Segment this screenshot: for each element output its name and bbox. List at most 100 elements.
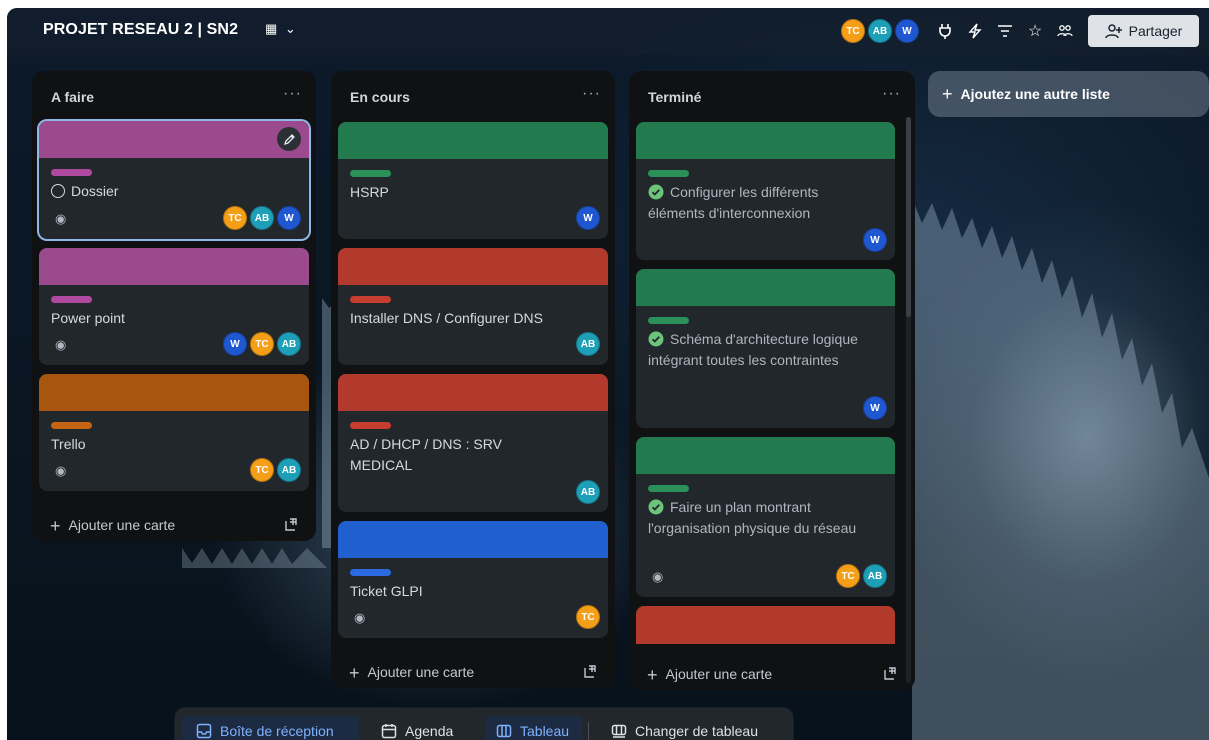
avatar[interactable]: W — [863, 228, 887, 252]
more-icon[interactable]: ··· — [882, 85, 901, 103]
card-cover — [636, 269, 895, 306]
share-button[interactable]: Partager — [1088, 15, 1199, 47]
card-title: HSRP — [350, 184, 389, 200]
card-label[interactable] — [51, 296, 92, 303]
avatar[interactable]: AB — [576, 332, 600, 356]
avatar[interactable]: AB — [576, 480, 600, 504]
board-view-icon: ▦ — [265, 21, 278, 36]
add-card-button[interactable]: + Ajouter une carte — [50, 516, 175, 537]
card-members: TC AB — [833, 564, 887, 588]
card-label[interactable] — [350, 296, 391, 303]
avatar[interactable]: W — [277, 206, 301, 230]
power-ups-icon[interactable] — [930, 16, 960, 46]
edit-icon[interactable] — [277, 127, 301, 151]
avatar[interactable]: W — [895, 19, 919, 43]
eye-icon: ◉ — [55, 211, 67, 226]
eye-icon: ◉ — [55, 463, 67, 478]
card-template-icon[interactable] — [583, 665, 597, 679]
card-cover — [338, 521, 608, 558]
board-view-switcher[interactable]: ▦ ⌄ — [265, 21, 296, 37]
header-actions: TC AB W ☆ Partager — [841, 15, 1199, 47]
card-schema[interactable]: Schéma d'architecture logique intégrant … — [636, 269, 895, 428]
card-label[interactable] — [350, 170, 391, 177]
card-cover — [338, 122, 608, 159]
avatar[interactable]: TC — [223, 206, 247, 230]
check-complete-icon[interactable] — [648, 184, 664, 200]
card-title: AD / DHCP / DNS : SRV MEDICAL — [350, 436, 502, 473]
avatar[interactable]: W — [223, 332, 247, 356]
board-title[interactable]: PROJET RESEAU 2 | SN2 — [43, 21, 238, 39]
card-title: Schéma d'architecture logique intégrant … — [648, 329, 873, 371]
card-cover — [39, 121, 309, 158]
filter-icon[interactable] — [990, 16, 1020, 46]
card-title-text: Dossier — [71, 183, 119, 199]
avatar[interactable]: W — [576, 206, 600, 230]
agenda-button[interactable]: Agenda — [373, 716, 473, 740]
avatar[interactable]: TC — [250, 332, 274, 356]
check-complete-icon[interactable] — [648, 331, 664, 347]
scrollbar-thumb[interactable] — [906, 117, 911, 317]
card-label[interactable] — [350, 569, 391, 576]
avatar[interactable]: TC — [841, 19, 865, 43]
card-label[interactable] — [648, 170, 689, 177]
switch-board-label: Changer de tableau — [635, 723, 758, 739]
board-button[interactable]: Tableau — [485, 716, 582, 740]
add-list-button[interactable]: + Ajoutez une autre liste — [928, 71, 1209, 117]
card-trello[interactable]: Trello ◉ TC AB — [39, 374, 309, 491]
card-label[interactable] — [51, 422, 92, 429]
card-label[interactable] — [51, 169, 92, 176]
avatar[interactable]: AB — [277, 458, 301, 482]
card-members: W — [573, 206, 600, 230]
avatar[interactable]: TC — [576, 605, 600, 629]
card-partial[interactable] — [636, 606, 895, 644]
list-scrollbar[interactable] — [906, 117, 911, 683]
card-label[interactable] — [648, 485, 689, 492]
card-members: TC — [573, 605, 600, 629]
automation-icon[interactable] — [960, 16, 990, 46]
list-en-cours: En cours ··· HSRP W Installer DNS / Conf… — [331, 71, 615, 688]
card-ad-dhcp-dns[interactable]: AD / DHCP / DNS : SRV MEDICAL AB — [338, 374, 608, 512]
card-power-point[interactable]: Power point ◉ W TC AB — [39, 248, 309, 365]
list-header[interactable]: En cours ··· — [331, 71, 615, 121]
card-label[interactable] — [648, 317, 689, 324]
card-cover — [636, 122, 895, 159]
card-template-icon[interactable] — [284, 518, 298, 532]
inbox-button[interactable]: Boîte de réception — [182, 716, 359, 740]
visibility-icon[interactable] — [1050, 16, 1080, 46]
list-header[interactable]: A faire ··· — [32, 71, 316, 121]
card-title-text: Configurer les différents éléments d'int… — [648, 184, 819, 221]
star-icon[interactable]: ☆ — [1020, 16, 1050, 46]
inbox-icon — [196, 723, 212, 739]
switch-board-button[interactable]: Changer de tableau — [603, 716, 783, 740]
circle-checkbox-icon[interactable] — [51, 184, 65, 198]
avatar[interactable]: AB — [250, 206, 274, 230]
avatar[interactable]: AB — [868, 19, 892, 43]
list-header[interactable]: Terminé ··· — [629, 71, 915, 121]
card-configurer[interactable]: Configurer les différents éléments d'int… — [636, 122, 895, 260]
avatar[interactable]: AB — [277, 332, 301, 356]
card-ticket-glpi[interactable]: Ticket GLPI ◉ TC — [338, 521, 608, 638]
card-template-icon[interactable] — [883, 667, 897, 681]
card-dossier[interactable]: Dossier ◉ TC AB W — [39, 121, 309, 239]
board-members: TC AB W — [841, 19, 922, 43]
add-card-button[interactable]: + Ajouter une carte — [349, 663, 474, 684]
card-title: Dossier — [51, 181, 118, 202]
add-list-label: Ajoutez une autre liste — [960, 86, 1110, 102]
check-complete-icon[interactable] — [648, 499, 664, 515]
eye-icon: ◉ — [652, 569, 664, 584]
avatar[interactable]: TC — [250, 458, 274, 482]
eye-icon: ◉ — [55, 337, 67, 352]
avatar[interactable]: TC — [836, 564, 860, 588]
add-card-button[interactable]: + Ajouter une carte — [647, 665, 772, 686]
add-member-icon — [1104, 24, 1122, 39]
card-hsrp[interactable]: HSRP W — [338, 122, 608, 239]
card-plan-physique[interactable]: Faire un plan montrant l'organisation ph… — [636, 437, 895, 597]
more-icon[interactable]: ··· — [582, 85, 601, 103]
avatar[interactable]: W — [863, 396, 887, 420]
card-cover — [39, 248, 309, 285]
divider — [588, 722, 589, 740]
card-label[interactable] — [350, 422, 391, 429]
card-installer-dns[interactable]: Installer DNS / Configurer DNS AB — [338, 248, 608, 365]
more-icon[interactable]: ··· — [283, 85, 302, 103]
avatar[interactable]: AB — [863, 564, 887, 588]
